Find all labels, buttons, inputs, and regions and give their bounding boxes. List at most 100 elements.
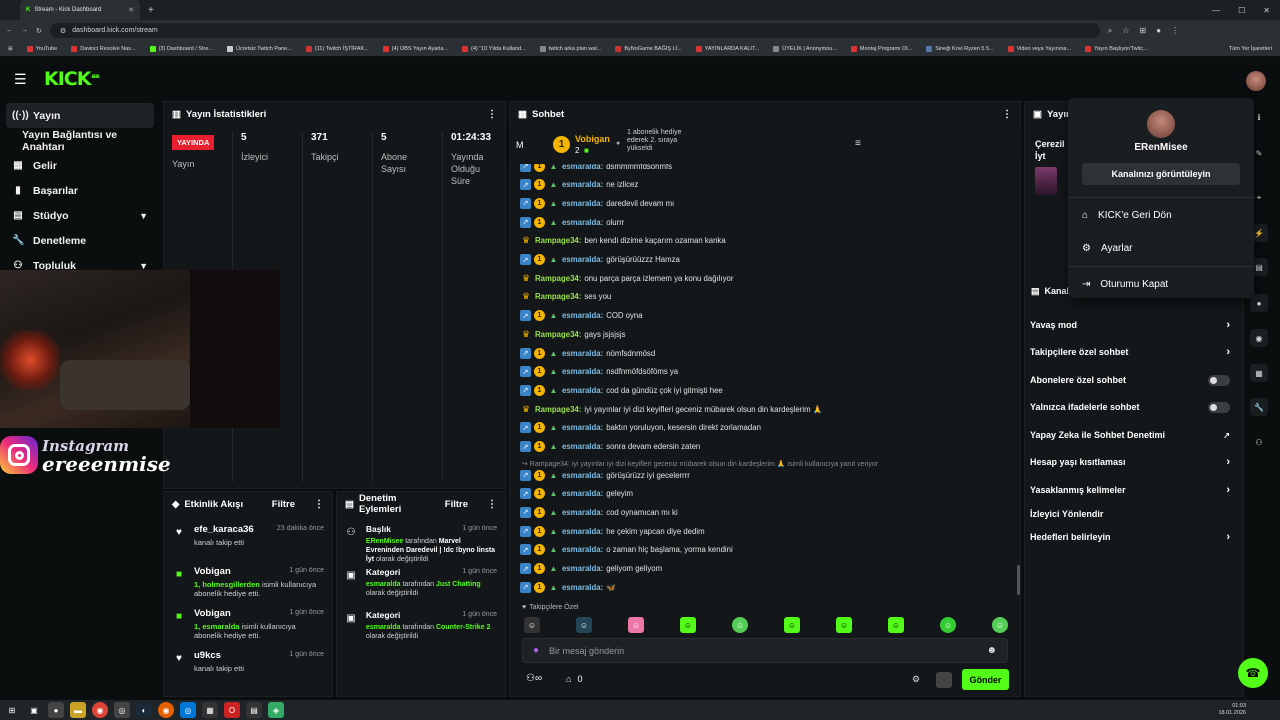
bookmark[interactable]: Ücretsiz Twitch Pane... (226, 45, 292, 52)
chat-username[interactable]: Rampage34: (535, 236, 581, 245)
emote-icon[interactable]: ☺ (784, 617, 800, 633)
all-bookmarks[interactable]: Tüm Yer İşaretleri (1229, 46, 1272, 52)
chat-username[interactable]: Rampage34: (535, 292, 581, 301)
kick-logo[interactable]: KICKBETA (44, 68, 100, 90)
clock[interactable]: 01:03 18.01.2026 (1218, 703, 1276, 717)
chat-username[interactable]: Rampage34: (535, 274, 581, 283)
back-icon[interactable]: ← (6, 27, 13, 34)
steam-icon[interactable]: ◐ (136, 702, 152, 718)
setting-toggle[interactable] (1208, 374, 1230, 386)
bookmark[interactable]: ByNoGame BAĞIŞ Lİ... (615, 45, 682, 52)
bookmark[interactable]: (4) OBS Yayın Ayarla... (382, 45, 448, 52)
setting-row[interactable]: Abonelere özel sohbet (1030, 367, 1230, 393)
setting-row[interactable]: Yapay Zeka ile Sohbet Denetimi ↗ (1030, 422, 1230, 448)
chrome-icon[interactable]: ◉ (92, 702, 108, 718)
chat-message[interactable]: ↗ 1 ▲ esmaralda: nömfsdnmösd (520, 344, 655, 362)
bookmark[interactable]: Montaj Programı Ol... (850, 45, 912, 52)
setting-toggle[interactable] (1208, 401, 1230, 413)
chat-message[interactable]: ↗ 1 ▲ esmaralda: cod da gündüz çok iyi gitm… (520, 381, 723, 399)
more-options-icon[interactable]: ⋮ (1002, 109, 1012, 120)
maximize-icon[interactable]: ☐ (1238, 6, 1245, 15)
emote-icon[interactable]: ☺ (680, 617, 696, 633)
chat-message[interactable]: ↗ 1 ▲ esmaralda: baktın yoruluyon, kesersin… (520, 419, 761, 437)
modlog-item[interactable]: ▣ Kategori esmaralda tarafından Counter-St… (344, 610, 497, 641)
chat-message[interactable]: ↗ 1 ▲ esmaralda: ne izlicez (520, 176, 638, 194)
emote-icon[interactable]: ☺ (992, 617, 1008, 633)
bookmark[interactable]: ÜYELİK | Anonymou... (773, 45, 837, 52)
bookmark[interactable]: Yayın Başlıyor/Twitc... (1085, 45, 1148, 52)
logout-item[interactable]: ⇥ Oturumu Kapat (1082, 279, 1168, 290)
sidebar-item-stream-key[interactable]: Yayın Bağlantısı ve Anahtarı (0, 128, 160, 153)
user-avatar[interactable] (1246, 71, 1266, 91)
chat-username[interactable]: esmaralda: (562, 180, 603, 189)
taskview-icon[interactable]: ▣ (26, 702, 42, 718)
extensions-icon[interactable]: ⊞ (1140, 26, 1147, 36)
activity-item[interactable]: ♥ u9kcs kanalı takip etti 1 gün önce (172, 650, 324, 673)
setting-row[interactable]: Yasaklanmış kelimeler › (1030, 477, 1230, 503)
bookmark[interactable]: twitch arka plan wal... (539, 45, 601, 52)
bookmark[interactable]: YouTube (26, 45, 57, 52)
chat-username[interactable]: esmaralda: (562, 545, 603, 554)
app-icon[interactable]: ◎ (180, 702, 196, 718)
chat-message[interactable]: ↗ 1 ▲ esmaralda: sonra devam edersin zaten (520, 438, 700, 456)
sidebar-item-gelir[interactable]: ▦ Gelir (0, 153, 160, 178)
chat-message[interactable]: ♛ Rampage34: ben kendi dizime kaçarım oza… (520, 232, 726, 250)
profile-icon[interactable]: ● (1156, 26, 1161, 36)
emote-icon[interactable]: ☺ (836, 617, 852, 633)
chat-username[interactable]: esmaralda: (562, 423, 603, 432)
app-icon[interactable]: ◎ (114, 702, 130, 718)
chat-message[interactable]: ↗ 1 ▲ esmaralda: o zaman hiç başlama, yorma… (520, 541, 733, 559)
modlog-item[interactable]: ▣ Kategori esmaralda tarafından Just Chatt… (344, 567, 497, 598)
app-icon[interactable]: ▦ (202, 702, 218, 718)
chat-bubble-icon[interactable]: ● (1250, 294, 1268, 312)
chat-message[interactable]: ↗ 1 ▲ esmaralda: geliyom geliyom (520, 560, 662, 578)
chat-username[interactable]: esmaralda: (562, 367, 603, 376)
chat-username[interactable]: esmaralda: (562, 508, 603, 517)
more-options-icon[interactable]: ⋮ (314, 499, 324, 510)
layout-icon[interactable]: ▦ (1250, 364, 1268, 382)
sidebar-item-denetleme[interactable]: 🔧 Denetleme (0, 228, 160, 253)
emote-icon[interactable]: ☺ (888, 617, 904, 633)
bookmark[interactable]: Davinci Resolve Nas... (71, 45, 136, 52)
modlog-item[interactable]: ⚇ Başlık ERenMisee tarafından Marvel Evren… (344, 524, 497, 564)
setting-row[interactable]: Hesap yaşı kısıtlaması › (1030, 449, 1230, 475)
bot-icon[interactable] (936, 672, 952, 688)
chat-message[interactable]: ♛ Rampage34: onu parça parça izlemem ya k… (520, 269, 734, 287)
chat-username[interactable]: esmaralda: (562, 442, 603, 451)
apps-icon[interactable]: ⊞ (8, 46, 13, 52)
chat-message[interactable]: ♛ Rampage34: ses you (520, 288, 611, 306)
chat-username[interactable]: esmaralda: (562, 311, 603, 320)
app-icon[interactable]: ◈ (268, 702, 284, 718)
setting-row[interactable]: Yavaş mod › (1030, 312, 1230, 338)
modlog-filter-button[interactable]: Filtre (445, 499, 468, 510)
emote-icon[interactable]: ☺ (576, 617, 592, 633)
app-icon[interactable]: ▤ (246, 702, 262, 718)
view-channel-button[interactable]: Kanalınızı görüntüleyin (1082, 163, 1240, 185)
site-info-icon[interactable]: ⚙ (60, 27, 66, 35)
chat-message[interactable]: ↗ 1 ▲ esmaralda: daredevil devam mı (520, 194, 674, 212)
setting-row[interactable]: Hedefleri belirleyin › (1030, 524, 1230, 550)
emote-icon[interactable]: ☺ (628, 617, 644, 633)
chat-message[interactable]: ↗ 1 ▲ esmaralda: nsdfnmöfdsöföms ya (520, 363, 678, 381)
chat-message[interactable]: ↗ 1 ▲ esmaralda: görüşürüüzzz Hamza (520, 251, 680, 269)
send-button[interactable]: Gönder (962, 669, 1009, 690)
opera-icon[interactable]: O (224, 702, 240, 718)
bookmark[interactable]: (3) Dashboard / Stre... (149, 45, 213, 52)
chat-username[interactable]: esmaralda: (562, 349, 603, 358)
settings-item[interactable]: ⚙ Ayarlar (1082, 243, 1132, 254)
chat-message[interactable]: ↗ 1 ▲ esmaralda: 🦋 (520, 578, 616, 596)
emote-icon[interactable]: ☺ (524, 617, 540, 633)
chat-message[interactable]: ↗ 1 ▲ esmaralda: he çekim yapcan diye dedim (520, 522, 705, 540)
forward-icon[interactable]: → (21, 27, 28, 34)
chat-username[interactable]: esmaralda: (562, 218, 603, 227)
activity-item[interactable]: ■ Vobigan 1, holmesgillerden isimli kullan… (172, 566, 324, 598)
sidebar-item-basarilar[interactable]: ▮ Başarılar (0, 178, 160, 203)
zoom-icon[interactable]: ⌕ (1108, 26, 1112, 36)
chat-username[interactable]: esmaralda: (562, 489, 603, 498)
sidebar-item-yayin[interactable]: ((·)) Yayın (6, 103, 154, 128)
chat-username[interactable]: Rampage34: (535, 330, 581, 339)
mic-icon[interactable]: ● (533, 645, 539, 656)
reload-icon[interactable]: ↻ (36, 27, 42, 35)
bookmark-star-icon[interactable]: ☆ (1122, 26, 1129, 36)
close-window-icon[interactable]: ✕ (1263, 6, 1270, 15)
